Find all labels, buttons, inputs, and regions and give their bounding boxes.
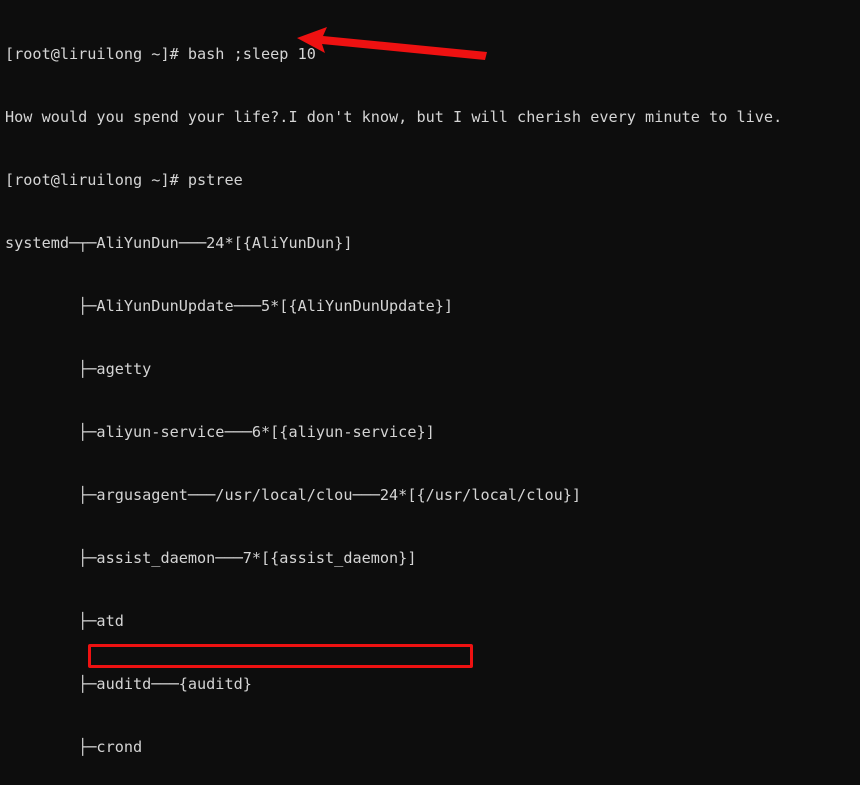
terminal-line: How would you spend your life?.I don't k…: [5, 108, 783, 126]
terminal-line: [root@liruilong ~]# bash ;sleep 10: [5, 45, 316, 63]
terminal-line: ├─argusagent───/usr/local/clou───24*[{/u…: [5, 486, 582, 504]
terminal-line: ├─agetty: [5, 360, 152, 378]
terminal-line: ├─auditd───{auditd}: [5, 675, 252, 693]
terminal-line: ├─aliyun-service───6*[{aliyun-service}]: [5, 423, 435, 441]
terminal-line: [root@liruilong ~]# pstree: [5, 171, 243, 189]
terminal-line: ├─AliYunDunUpdate───5*[{AliYunDunUpdate}…: [5, 297, 454, 315]
terminal-line: systemd─┬─AliYunDun───24*[{AliYunDun}]: [5, 234, 353, 252]
terminal-line: ├─assist_daemon───7*[{assist_daemon}]: [5, 549, 417, 567]
terminal-window[interactable]: [root@liruilong ~]# bash ;sleep 10 How w…: [0, 0, 860, 785]
terminal-line: ├─crond: [5, 738, 143, 756]
terminal-line: ├─atd: [5, 612, 124, 630]
terminal-screen[interactable]: [root@liruilong ~]# bash ;sleep 10 How w…: [5, 2, 810, 785]
